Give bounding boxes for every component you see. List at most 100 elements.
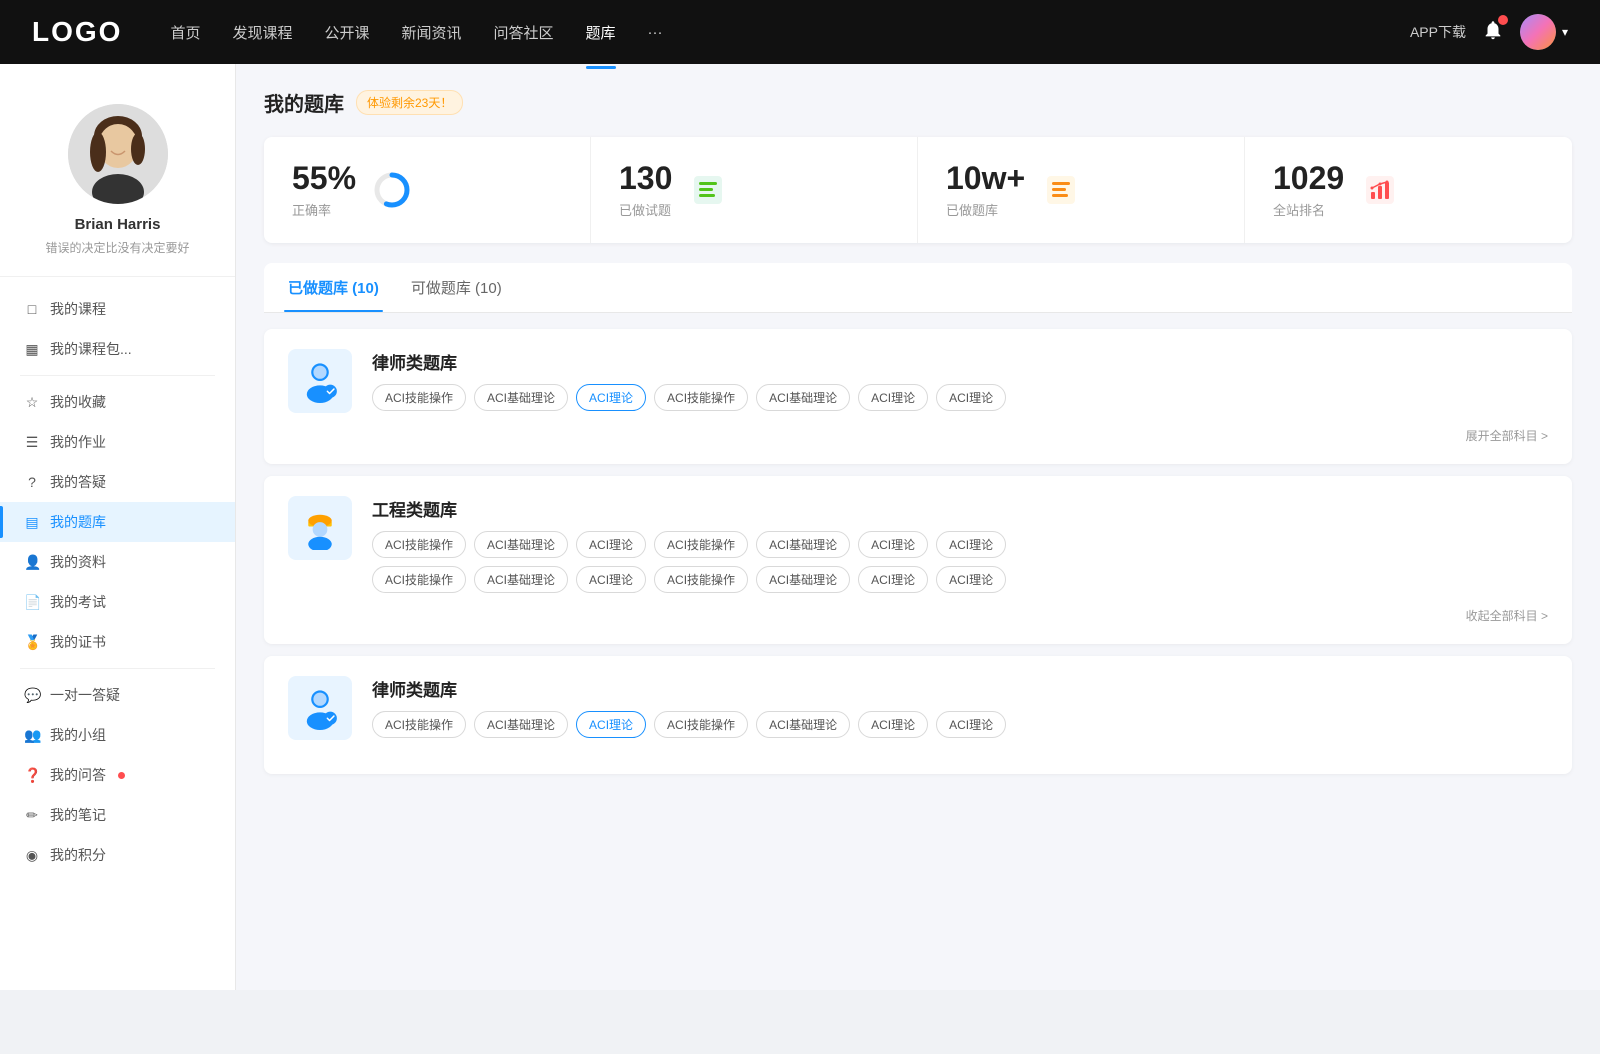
- nav-more[interactable]: ···: [648, 20, 663, 45]
- nav-qa[interactable]: 问答社区: [494, 18, 554, 47]
- menu-divider-2: [20, 668, 215, 669]
- stat-accuracy-value: 55%: [292, 161, 356, 196]
- sidebar-item-homework[interactable]: ☰ 我的作业: [0, 422, 235, 462]
- sidebar-item-my-courses[interactable]: □ 我的课程: [0, 289, 235, 329]
- tab-available-banks[interactable]: 可做题库 (10): [407, 263, 506, 312]
- qbank-title-3: 律师类题库: [372, 676, 1006, 701]
- eng-tag-0[interactable]: ACI技能操作: [372, 531, 466, 558]
- eng-tag-8[interactable]: ACI基础理论: [474, 566, 568, 593]
- chevron-down-icon: ▾: [1562, 25, 1568, 39]
- eng-tag-1[interactable]: ACI基础理论: [474, 531, 568, 558]
- tab-done-banks[interactable]: 已做题库 (10): [284, 263, 383, 312]
- avatar-svg: [68, 104, 168, 204]
- expand-link-1[interactable]: 展开全部科目 >: [288, 427, 1548, 444]
- nav-news[interactable]: 新闻资讯: [402, 18, 462, 47]
- law2-tag-4[interactable]: ACI基础理论: [756, 711, 850, 738]
- eng-tag-13[interactable]: ACI理论: [936, 566, 1006, 593]
- bank-icon: ▤: [24, 514, 40, 531]
- logo: LOGO: [32, 16, 122, 48]
- sidebar-item-my-qa[interactable]: ❓ 我的问答: [0, 755, 235, 795]
- sidebar-item-points[interactable]: ◉ 我的积分: [0, 835, 235, 875]
- lawyer-icon-svg-2: [298, 686, 342, 730]
- sidebar-item-qa[interactable]: ? 我的答疑: [0, 462, 235, 502]
- law2-tag-5[interactable]: ACI理论: [858, 711, 928, 738]
- stat-questions-label: 已做试题: [619, 200, 672, 219]
- sidebar-menu: □ 我的课程 ▦ 我的课程包... ☆ 我的收藏 ☰ 我的作业 ? 我的答疑 ▤: [0, 277, 235, 887]
- eng-tag-5[interactable]: ACI理论: [858, 531, 928, 558]
- stats-row: 55% 正确率 130 已做试题: [264, 137, 1572, 243]
- notification-badge: [1498, 15, 1508, 25]
- sidebar-item-notes[interactable]: ✏ 我的笔记: [0, 795, 235, 835]
- stat-questions-text: 130 已做试题: [619, 161, 672, 219]
- tabs-row: 已做题库 (10) 可做题库 (10): [264, 263, 1572, 313]
- qbank-tags-3: ACI技能操作 ACI基础理论 ACI理论 ACI技能操作 ACI基础理论 AC…: [372, 711, 1006, 738]
- sidebar-item-favorites[interactable]: ☆ 我的收藏: [0, 382, 235, 422]
- tag-4[interactable]: ACI基础理论: [756, 384, 850, 411]
- tag-5[interactable]: ACI理论: [858, 384, 928, 411]
- tag-1[interactable]: ACI基础理论: [474, 384, 568, 411]
- sidebar-item-course-package[interactable]: ▦ 我的课程包...: [0, 329, 235, 369]
- page-title: 我的题库: [264, 88, 344, 117]
- eng-tag-3[interactable]: ACI技能操作: [654, 531, 748, 558]
- qbank-engineer-header: 工程类题库 ACI技能操作 ACI基础理论 ACI理论 ACI技能操作 ACI基…: [288, 496, 1548, 593]
- nav-question-bank[interactable]: 题库: [586, 18, 616, 47]
- nav-discover[interactable]: 发现课程: [232, 18, 292, 47]
- qbank-lawyer2-header: 律师类题库 ACI技能操作 ACI基础理论 ACI理论 ACI技能操作 ACI基…: [288, 676, 1548, 740]
- user-avatar-header[interactable]: ▾: [1520, 14, 1568, 50]
- law2-tag-2-active[interactable]: ACI理论: [576, 711, 646, 738]
- sidebar-item-materials[interactable]: 👤 我的资料: [0, 542, 235, 582]
- user-name: Brian Harris: [75, 216, 161, 233]
- qbank-tags-1: ACI技能操作 ACI基础理论 ACI理论 ACI技能操作 ACI基础理论 AC…: [372, 384, 1006, 411]
- trial-badge: 体验剩余23天！: [356, 90, 463, 115]
- law2-tag-6[interactable]: ACI理论: [936, 711, 1006, 738]
- law2-tag-3[interactable]: ACI技能操作: [654, 711, 748, 738]
- stat-accuracy-label: 正确率: [292, 200, 356, 219]
- user-motto: 错误的决定比没有决定要好: [45, 239, 189, 256]
- materials-icon: 👤: [24, 554, 40, 571]
- eng-tag-6[interactable]: ACI理论: [936, 531, 1006, 558]
- eng-tag-12[interactable]: ACI理论: [858, 566, 928, 593]
- law2-tag-1[interactable]: ACI基础理论: [474, 711, 568, 738]
- eng-tag-4[interactable]: ACI基础理论: [756, 531, 850, 558]
- law2-tag-0[interactable]: ACI技能操作: [372, 711, 466, 738]
- stat-questions: 130 已做试题: [591, 137, 918, 243]
- course-icon: □: [24, 301, 40, 317]
- notification-bell[interactable]: [1482, 19, 1504, 46]
- group-icon: 👥: [24, 727, 40, 744]
- engineer-icon-svg: [298, 506, 342, 550]
- tag-2-active[interactable]: ACI理论: [576, 384, 646, 411]
- nav-home[interactable]: 首页: [170, 18, 200, 47]
- sidebar-item-exam[interactable]: 📄 我的考试: [0, 582, 235, 622]
- sidebar-item-group[interactable]: 👥 我的小组: [0, 715, 235, 755]
- nav-open-course[interactable]: 公开课: [324, 18, 369, 47]
- eng-tag-10[interactable]: ACI技能操作: [654, 566, 748, 593]
- main-content: 我的题库 体验剩余23天！ 55% 正确率: [236, 64, 1600, 990]
- qa-icon: ?: [24, 474, 40, 490]
- sidebar-item-1on1[interactable]: 💬 一对一答疑: [0, 675, 235, 715]
- collapse-link-2[interactable]: 收起全部科目 >: [288, 607, 1548, 624]
- eng-tag-9[interactable]: ACI理论: [576, 566, 646, 593]
- exam-icon: 📄: [24, 594, 40, 611]
- eng-tag-2[interactable]: ACI理论: [576, 531, 646, 558]
- eng-tag-11[interactable]: ACI基础理论: [756, 566, 850, 593]
- header-right: APP下载 ▾: [1410, 14, 1568, 50]
- qbank-icon-lawyer-2: [288, 676, 352, 740]
- star-icon: ☆: [24, 394, 40, 411]
- tag-3[interactable]: ACI技能操作: [654, 384, 748, 411]
- sidebar-item-certificate[interactable]: 🏅 我的证书: [0, 622, 235, 662]
- eng-tag-7[interactable]: ACI技能操作: [372, 566, 466, 593]
- qbank-icon-engineer: [288, 496, 352, 560]
- header: LOGO 首页 发现课程 公开课 新闻资讯 问答社区 题库 ··· APP下载 …: [0, 0, 1600, 64]
- qbank-lawyer2-info: 律师类题库 ACI技能操作 ACI基础理论 ACI理论 ACI技能操作 ACI基…: [372, 676, 1006, 738]
- page-layout: Brian Harris 错误的决定比没有决定要好 □ 我的课程 ▦ 我的课程包…: [0, 64, 1600, 990]
- page-header: 我的题库 体验剩余23天！: [264, 88, 1572, 117]
- stat-accuracy-text: 55% 正确率: [292, 161, 356, 219]
- list-green-icon: [688, 170, 728, 210]
- qbank-icon-lawyer: [288, 349, 352, 413]
- app-download-link[interactable]: APP下载: [1410, 22, 1466, 42]
- tag-0[interactable]: ACI技能操作: [372, 384, 466, 411]
- sidebar-item-question-bank[interactable]: ▤ 我的题库: [0, 502, 235, 542]
- tag-6[interactable]: ACI理论: [936, 384, 1006, 411]
- package-icon: ▦: [24, 341, 40, 358]
- user-profile: Brian Harris 错误的决定比没有决定要好: [0, 88, 235, 277]
